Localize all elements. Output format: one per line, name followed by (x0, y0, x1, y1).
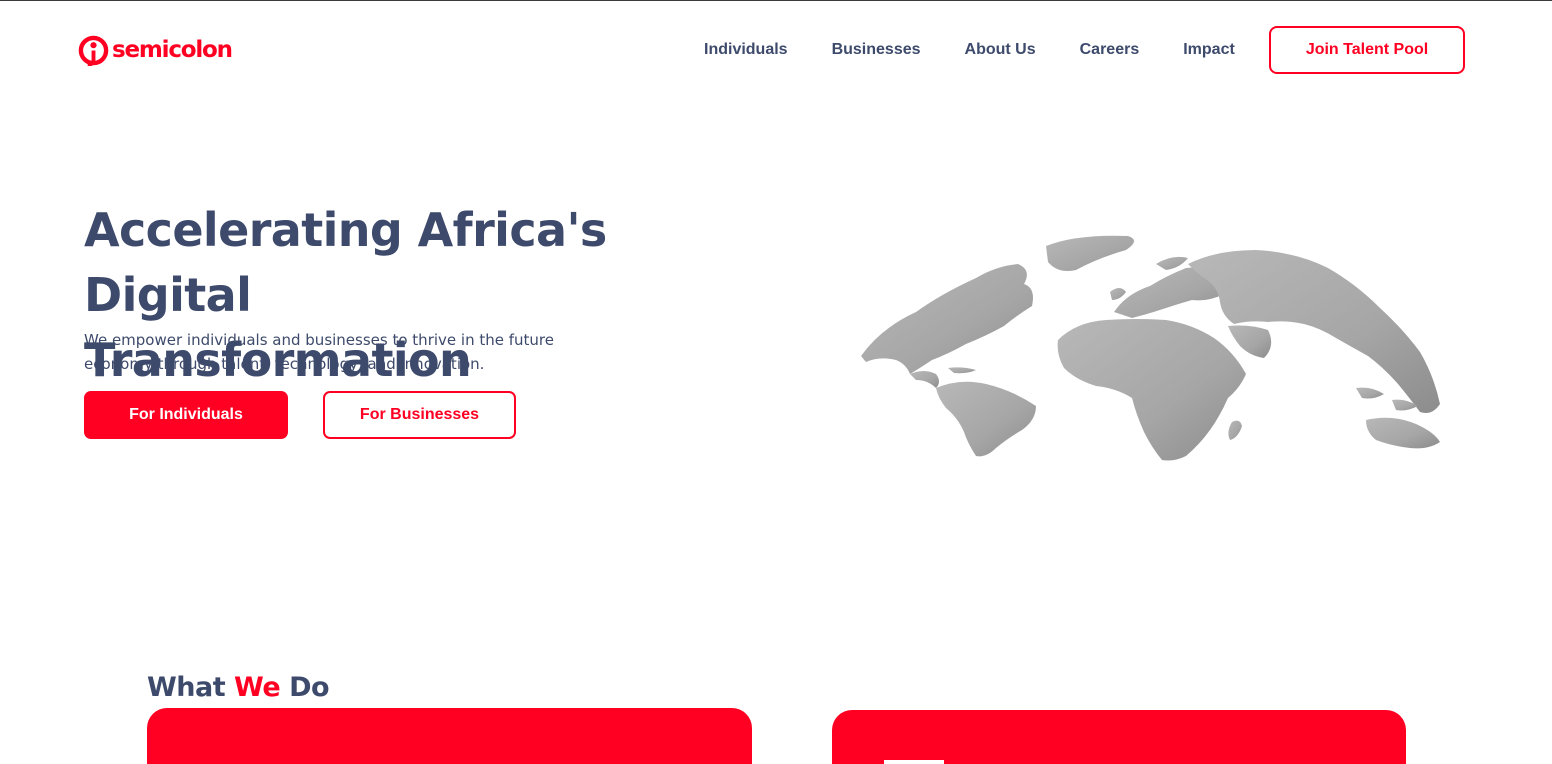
top-border (0, 0, 1552, 1)
world-map-globe-icon (861, 235, 1440, 461)
hero-subtitle: We empower individuals and businesses to… (84, 328, 564, 376)
hero-title-line-1: Accelerating Africa's (84, 203, 607, 257)
nav-item-impact[interactable]: Impact (1183, 41, 1235, 59)
brand-name: semicolon (112, 36, 233, 63)
main-nav: Individuals Businesses About Us Careers … (682, 26, 1257, 74)
nav-item-individuals[interactable]: Individuals (704, 41, 788, 59)
hero-subtitle-line-2: economy through talent, technology, and … (84, 355, 485, 373)
semicolon-logo-icon (78, 35, 109, 66)
for-individuals-button[interactable]: For Individuals (84, 391, 288, 439)
what-we-do-title: What We Do (147, 672, 330, 703)
hero-subtitle-line-1: We empower individuals and businesses to… (84, 331, 554, 349)
join-talent-pool-button[interactable]: Join Talent Pool (1269, 26, 1465, 74)
brand-logo[interactable]: semicolon (78, 34, 233, 66)
nav-item-businesses[interactable]: Businesses (832, 41, 921, 59)
what-we-do-title-accent: We (234, 672, 281, 703)
nav-item-careers[interactable]: Careers (1080, 41, 1140, 59)
what-we-do-title-part-1: What (147, 672, 235, 703)
what-we-do-title-part-2: Do (280, 672, 330, 703)
service-card-individuals[interactable] (147, 708, 752, 764)
nav-item-about-us[interactable]: About Us (965, 41, 1036, 59)
card-icon (884, 760, 944, 764)
service-card-businesses[interactable] (832, 710, 1406, 764)
for-businesses-button[interactable]: For Businesses (323, 391, 516, 439)
